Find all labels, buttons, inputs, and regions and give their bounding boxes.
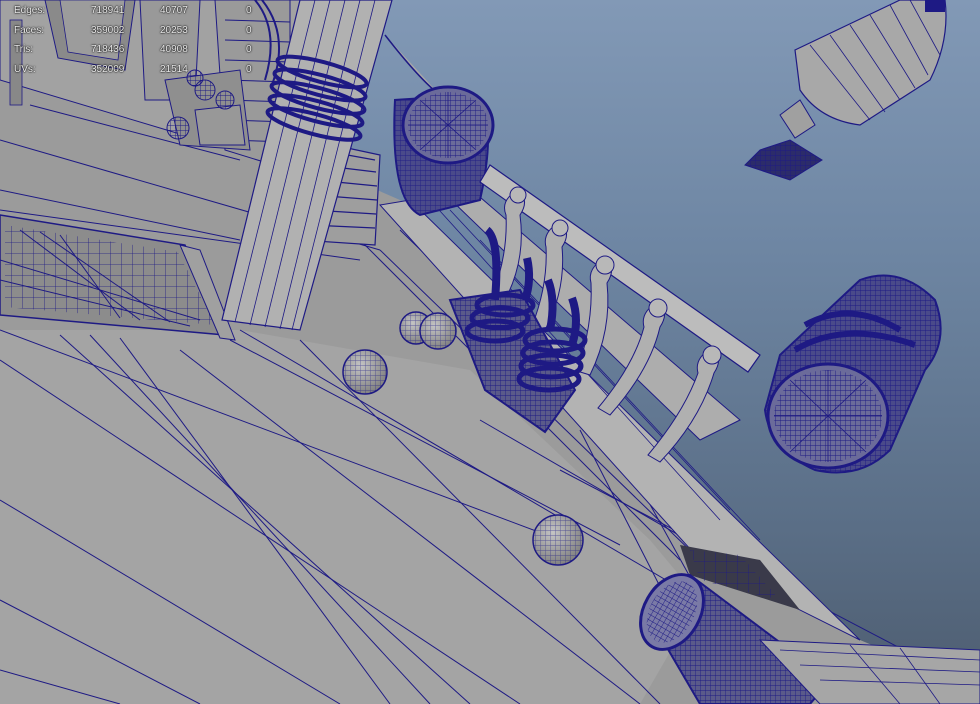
hanging-lantern xyxy=(744,0,947,181)
wireframe-scene[interactable] xyxy=(0,0,980,704)
barrel-upper xyxy=(393,85,495,217)
barrel-floating xyxy=(763,274,942,474)
maya-3d-viewport[interactable]: Edges: 718941 40707 0 Faces: 359002 2025… xyxy=(0,0,980,704)
